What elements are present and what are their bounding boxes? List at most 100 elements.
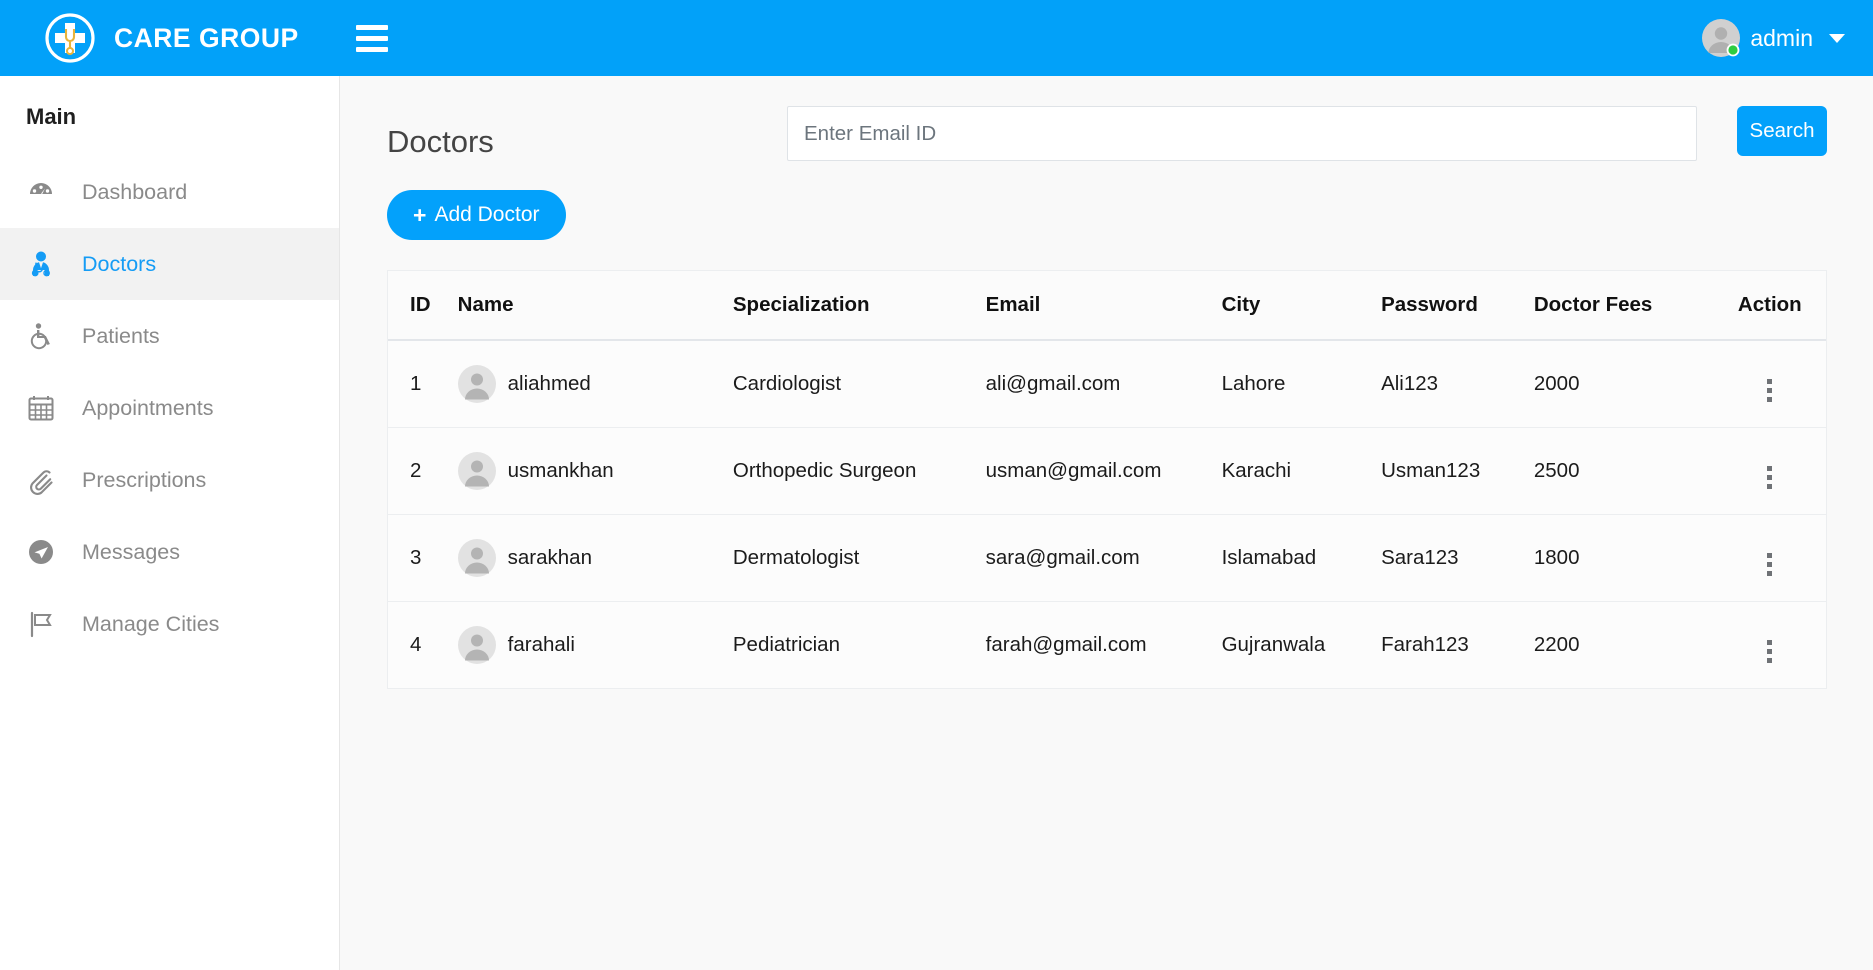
search-button[interactable]: Search	[1737, 106, 1827, 156]
cell-email: sara@gmail.com	[986, 515, 1222, 602]
cell-id: 2	[388, 428, 458, 515]
cell-email: usman@gmail.com	[986, 428, 1222, 515]
cell-city: Islamabad	[1222, 515, 1382, 602]
sidebar: Main Dashboard	[0, 76, 340, 970]
column-header-doctor-fees[interactable]: Doctor Fees	[1534, 271, 1714, 340]
user-avatar-icon	[458, 365, 496, 403]
cell-name: farahali	[458, 602, 733, 689]
kebab-menu-icon[interactable]	[1767, 466, 1772, 489]
table-row[interactable]: 1 aliahmed	[388, 340, 1826, 428]
cell-specialization: Dermatologist	[733, 515, 986, 602]
cell-doctor-fees: 2500	[1534, 428, 1714, 515]
user-name-label: admin	[1750, 25, 1813, 52]
cell-specialization: Orthopedic Surgeon	[733, 428, 986, 515]
sidebar-nav: Dashboard Doctors	[0, 156, 339, 660]
table-row[interactable]: 3 sarakhan	[388, 515, 1826, 602]
cell-name: sarakhan	[458, 515, 733, 602]
caret-down-icon[interactable]	[1829, 34, 1845, 43]
user-menu[interactable]: admin	[1702, 19, 1873, 57]
cell-action	[1714, 515, 1826, 602]
column-header-email[interactable]: Email	[986, 271, 1222, 340]
table-body: 1 aliahmed	[388, 340, 1826, 688]
search-bar: Search	[787, 106, 1827, 161]
cell-email: ali@gmail.com	[986, 340, 1222, 428]
cell-password: Farah123	[1381, 602, 1534, 689]
cell-name-text: usmankhan	[508, 459, 614, 483]
brand-area[interactable]: CARE GROUP	[0, 0, 340, 76]
wheelchair-icon	[26, 321, 62, 351]
column-header-specialization[interactable]: Specialization	[733, 271, 986, 340]
kebab-menu-icon[interactable]	[1767, 379, 1772, 402]
sidebar-item-manage-cities[interactable]: Manage Cities	[0, 588, 339, 660]
kebab-menu-icon[interactable]	[1767, 640, 1772, 663]
top-navbar: CARE GROUP admin	[0, 0, 1873, 76]
search-input[interactable]	[787, 106, 1697, 161]
column-header-password[interactable]: Password	[1381, 271, 1534, 340]
content-header: Doctors Search	[387, 76, 1827, 178]
cell-action	[1714, 602, 1826, 689]
flag-icon	[26, 609, 62, 639]
cell-doctor-fees: 1800	[1534, 515, 1714, 602]
main-content: Doctors Search + Add Doctor ID Name Spec…	[341, 76, 1873, 970]
table-header-row: ID Name Specialization Email City Passwo…	[388, 271, 1826, 340]
sidebar-item-prescriptions[interactable]: Prescriptions	[0, 444, 339, 516]
table-head: ID Name Specialization Email City Passwo…	[388, 271, 1826, 340]
cell-city: Lahore	[1222, 340, 1382, 428]
cell-action	[1714, 428, 1826, 515]
kebab-menu-icon[interactable]	[1767, 553, 1772, 576]
sidebar-item-label: Prescriptions	[82, 468, 206, 493]
sidebar-item-messages[interactable]: Messages	[0, 516, 339, 588]
add-doctor-button[interactable]: + Add Doctor	[387, 190, 566, 240]
cell-name-text: sarakhan	[508, 546, 592, 570]
user-avatar-icon	[1702, 19, 1740, 57]
cell-id: 1	[388, 340, 458, 428]
doctors-table-container: ID Name Specialization Email City Passwo…	[387, 270, 1827, 689]
sidebar-item-label: Doctors	[82, 252, 156, 277]
cell-name: usmankhan	[458, 428, 733, 515]
cell-id: 3	[388, 515, 458, 602]
cell-doctor-fees: 2000	[1534, 340, 1714, 428]
cell-city: Karachi	[1222, 428, 1382, 515]
cell-name-text: farahali	[508, 633, 575, 657]
sidebar-item-label: Patients	[82, 324, 160, 349]
sidebar-item-dashboard[interactable]: Dashboard	[0, 156, 339, 228]
sidebar-item-patients[interactable]: Patients	[0, 300, 339, 372]
medical-cross-stethoscope-icon	[44, 12, 96, 64]
gauge-icon	[26, 177, 62, 207]
send-circle-icon	[26, 537, 62, 567]
cell-email: farah@gmail.com	[986, 602, 1222, 689]
table-row[interactable]: 2 usmankhan	[388, 428, 1826, 515]
cell-password: Sara123	[1381, 515, 1534, 602]
cell-password: Usman123	[1381, 428, 1534, 515]
add-doctor-row: + Add Doctor	[387, 190, 1827, 240]
page-title: Doctors	[387, 106, 787, 178]
cell-city: Gujranwala	[1222, 602, 1382, 689]
cell-id: 4	[388, 602, 458, 689]
cell-action	[1714, 340, 1826, 428]
column-header-city[interactable]: City	[1222, 271, 1382, 340]
cell-specialization: Cardiologist	[733, 340, 986, 428]
column-header-action: Action	[1714, 271, 1826, 340]
sidebar-item-doctors[interactable]: Doctors	[0, 228, 339, 300]
cell-specialization: Pediatrician	[733, 602, 986, 689]
cell-password: Ali123	[1381, 340, 1534, 428]
column-header-id[interactable]: ID	[388, 271, 458, 340]
brand-title: CARE GROUP	[114, 23, 299, 54]
sidebar-item-label: Appointments	[82, 396, 213, 421]
calendar-icon	[26, 393, 62, 423]
plus-icon: +	[413, 204, 426, 227]
sidebar-heading: Main	[0, 76, 339, 130]
doctors-table: ID Name Specialization Email City Passwo…	[388, 271, 1826, 688]
cell-name-text: aliahmed	[508, 372, 591, 396]
user-avatar-icon	[458, 626, 496, 664]
table-row[interactable]: 4 farahali	[388, 602, 1826, 689]
sidebar-item-appointments[interactable]: Appointments	[0, 372, 339, 444]
user-avatar-icon	[458, 539, 496, 577]
hamburger-icon[interactable]	[356, 20, 392, 56]
paperclip-icon	[26, 465, 62, 495]
user-doctor-icon	[26, 249, 62, 279]
column-header-name[interactable]: Name	[458, 271, 733, 340]
cell-doctor-fees: 2200	[1534, 602, 1714, 689]
add-doctor-label: Add Doctor	[434, 203, 539, 227]
sidebar-item-label: Dashboard	[82, 180, 187, 205]
